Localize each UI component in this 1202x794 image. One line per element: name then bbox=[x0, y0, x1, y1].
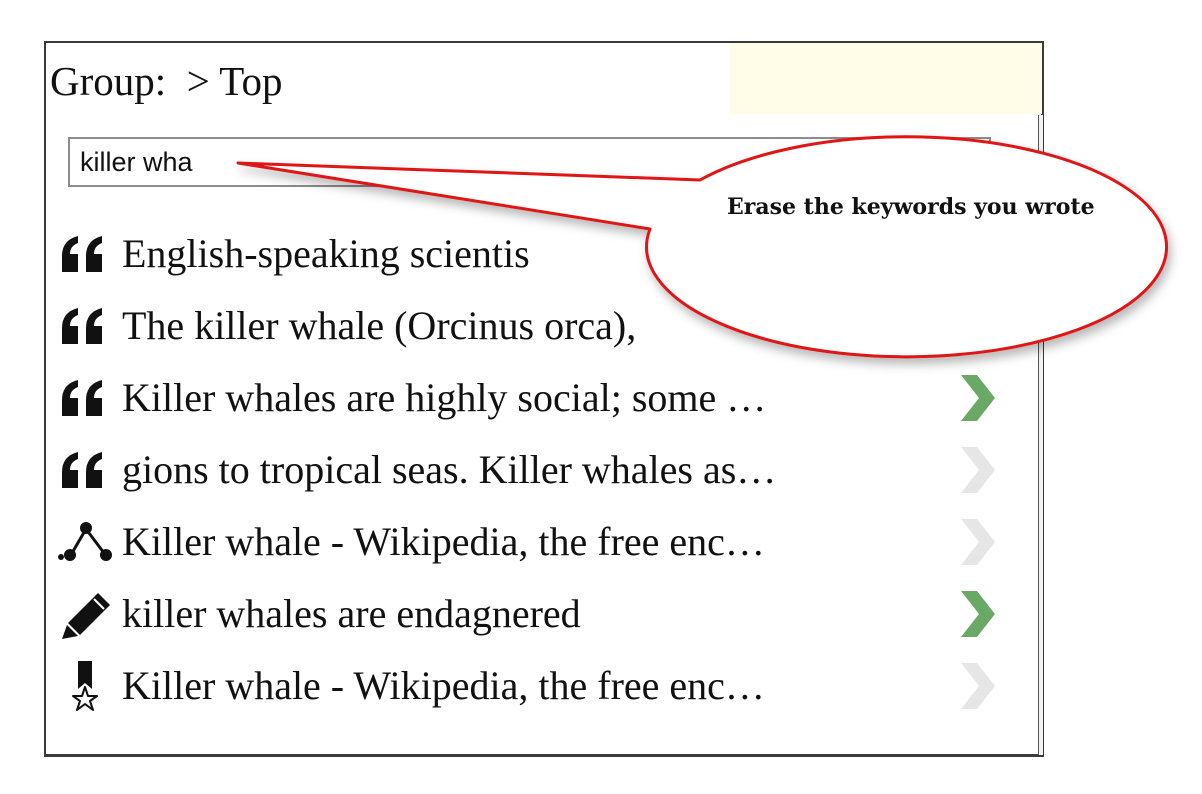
header-highlight-area bbox=[730, 43, 1042, 114]
group-breadcrumb[interactable]: Group: > Top bbox=[50, 51, 282, 111]
search-input[interactable] bbox=[68, 137, 991, 187]
result-text: English-speaking scientis bbox=[122, 231, 530, 276]
result-item[interactable]: killer whales are endagnered bbox=[58, 578, 1023, 650]
result-item[interactable]: English-speaking scientis bbox=[58, 218, 1023, 290]
quote-icon bbox=[58, 440, 122, 500]
group-panel: Group: > Top English-speaking scientis T… bbox=[44, 41, 1044, 757]
chevron-right-icon[interactable] bbox=[953, 587, 999, 641]
pencil-icon bbox=[58, 584, 122, 644]
result-item[interactable]: Killer whale - Wikipedia, the free enc… bbox=[58, 506, 1023, 578]
quote-icon bbox=[58, 296, 122, 356]
chevron-right-icon[interactable] bbox=[953, 443, 999, 497]
result-list: English-speaking scientis The killer wha… bbox=[58, 218, 1023, 722]
result-text: Killer whales are highly social; some … bbox=[122, 375, 767, 420]
panel-header: Group: > Top bbox=[46, 43, 1042, 115]
quote-icon bbox=[58, 224, 122, 284]
result-text: Killer whale - Wikipedia, the free enc… bbox=[122, 663, 765, 708]
result-item[interactable]: The killer whale (Orcinus orca), bbox=[58, 290, 1023, 362]
result-text: killer whales are endagnered bbox=[122, 591, 581, 636]
chevron-right-icon[interactable] bbox=[953, 659, 999, 713]
result-item[interactable]: Killer whale - Wikipedia, the free enc… bbox=[58, 650, 1023, 722]
quote-icon bbox=[58, 368, 122, 428]
bookmark-star-icon bbox=[58, 656, 122, 716]
callout-text: Erase the keywords you wrote bbox=[727, 194, 1095, 220]
result-item[interactable]: Killer whales are highly social; some … bbox=[58, 362, 1023, 434]
chevron-right-icon[interactable] bbox=[953, 371, 999, 425]
network-icon bbox=[58, 512, 122, 572]
result-text: The killer whale (Orcinus orca), bbox=[122, 303, 637, 348]
result-text: gions to tropical seas. Killer whales as… bbox=[122, 447, 777, 492]
result-item[interactable]: gions to tropical seas. Killer whales as… bbox=[58, 434, 1023, 506]
result-text: Killer whale - Wikipedia, the free enc… bbox=[122, 519, 765, 564]
chevron-right-icon[interactable] bbox=[953, 515, 999, 569]
